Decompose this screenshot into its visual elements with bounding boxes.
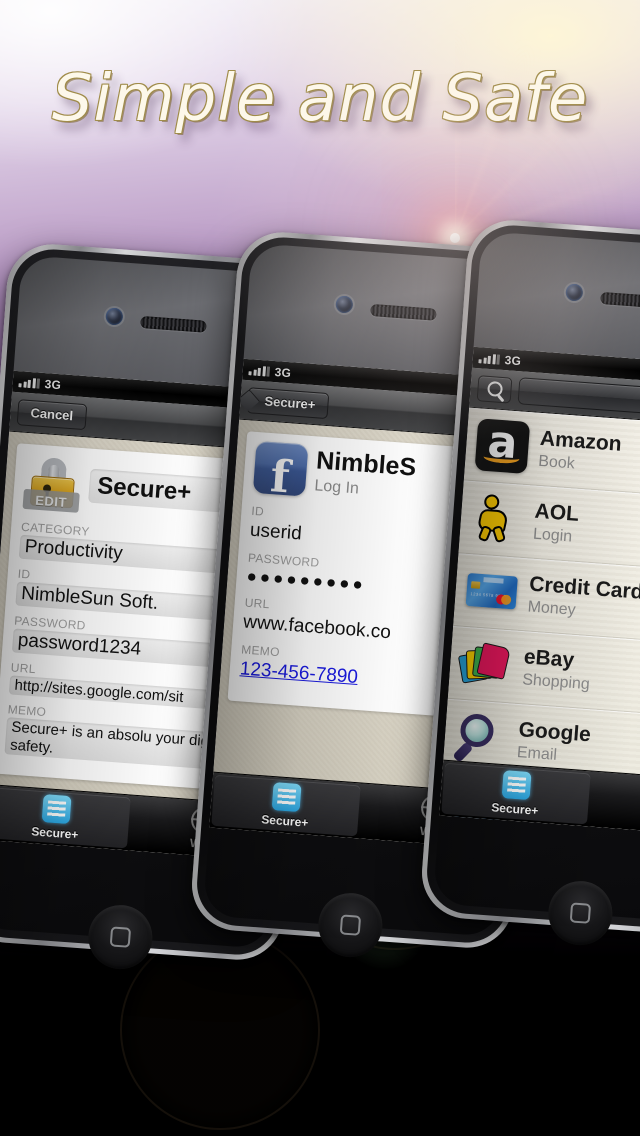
credit-card-icon: 1234 5678 9012: [464, 564, 520, 620]
list-icon: [41, 794, 72, 825]
signal-bars-icon: [478, 353, 501, 365]
list-icon: [501, 770, 532, 801]
cancel-button[interactable]: Cancel: [16, 398, 88, 430]
search-button[interactable]: [476, 374, 513, 404]
search-icon: [486, 380, 503, 397]
list-item-title: Amazon: [539, 427, 623, 457]
aol-icon: [469, 491, 525, 547]
tab-label: Secure+: [490, 800, 539, 818]
ebay-icon: [457, 637, 515, 693]
list-item-subtitle: [512, 825, 578, 830]
tab-label: Secure+: [260, 812, 309, 830]
list-item-subtitle: Book: [537, 452, 576, 473]
tab-secure-plus[interactable]: Secure+: [0, 786, 131, 849]
signal-bars-icon: [248, 365, 271, 377]
list-icon: [271, 782, 302, 813]
google-icon: [452, 710, 509, 766]
headline: Simple and Safe: [51, 62, 589, 136]
front-camera-icon: [565, 283, 584, 302]
network-label: 3G: [44, 376, 62, 392]
tab-label: Secure+: [30, 824, 79, 842]
list-item-subtitle: Shopping: [521, 670, 591, 693]
front-camera-icon: [105, 307, 124, 326]
screen-entry-list: 3G 3:32 AM All a Amazon: [439, 346, 640, 838]
tab-bar: Secure+ Web: [439, 759, 640, 838]
promo-screenshot: Simple and Safe 3G 4:30 AM Ca: [0, 0, 640, 1136]
earpiece-speaker-icon: [370, 303, 437, 321]
amazon-icon: a: [474, 416, 531, 474]
tab-secure-plus[interactable]: Secure+: [441, 762, 591, 825]
front-camera-icon: [335, 295, 354, 314]
edit-badge[interactable]: EDIT: [22, 488, 80, 513]
list-item-title: Google: [517, 718, 592, 747]
phone-device-right: 3G 3:32 AM All a Amazon: [418, 217, 640, 948]
list-item-title: AOL: [533, 500, 580, 527]
list-item-title: eBay: [523, 645, 575, 673]
list-item-subtitle: Login: [532, 525, 573, 546]
earpiece-speaker-icon: [600, 291, 640, 309]
tab-web[interactable]: Web: [589, 772, 640, 838]
signal-bars-icon: [18, 377, 41, 389]
network-label: 3G: [274, 364, 292, 380]
facebook-icon: f: [252, 440, 309, 503]
earpiece-speaker-icon: [140, 315, 207, 333]
lock-icon[interactable]: EDIT: [22, 453, 82, 513]
network-label: 3G: [504, 352, 522, 368]
list-item-subtitle: Email: [516, 743, 558, 764]
tab-secure-plus[interactable]: Secure+: [211, 774, 361, 837]
back-button[interactable]: Secure+: [246, 386, 330, 419]
